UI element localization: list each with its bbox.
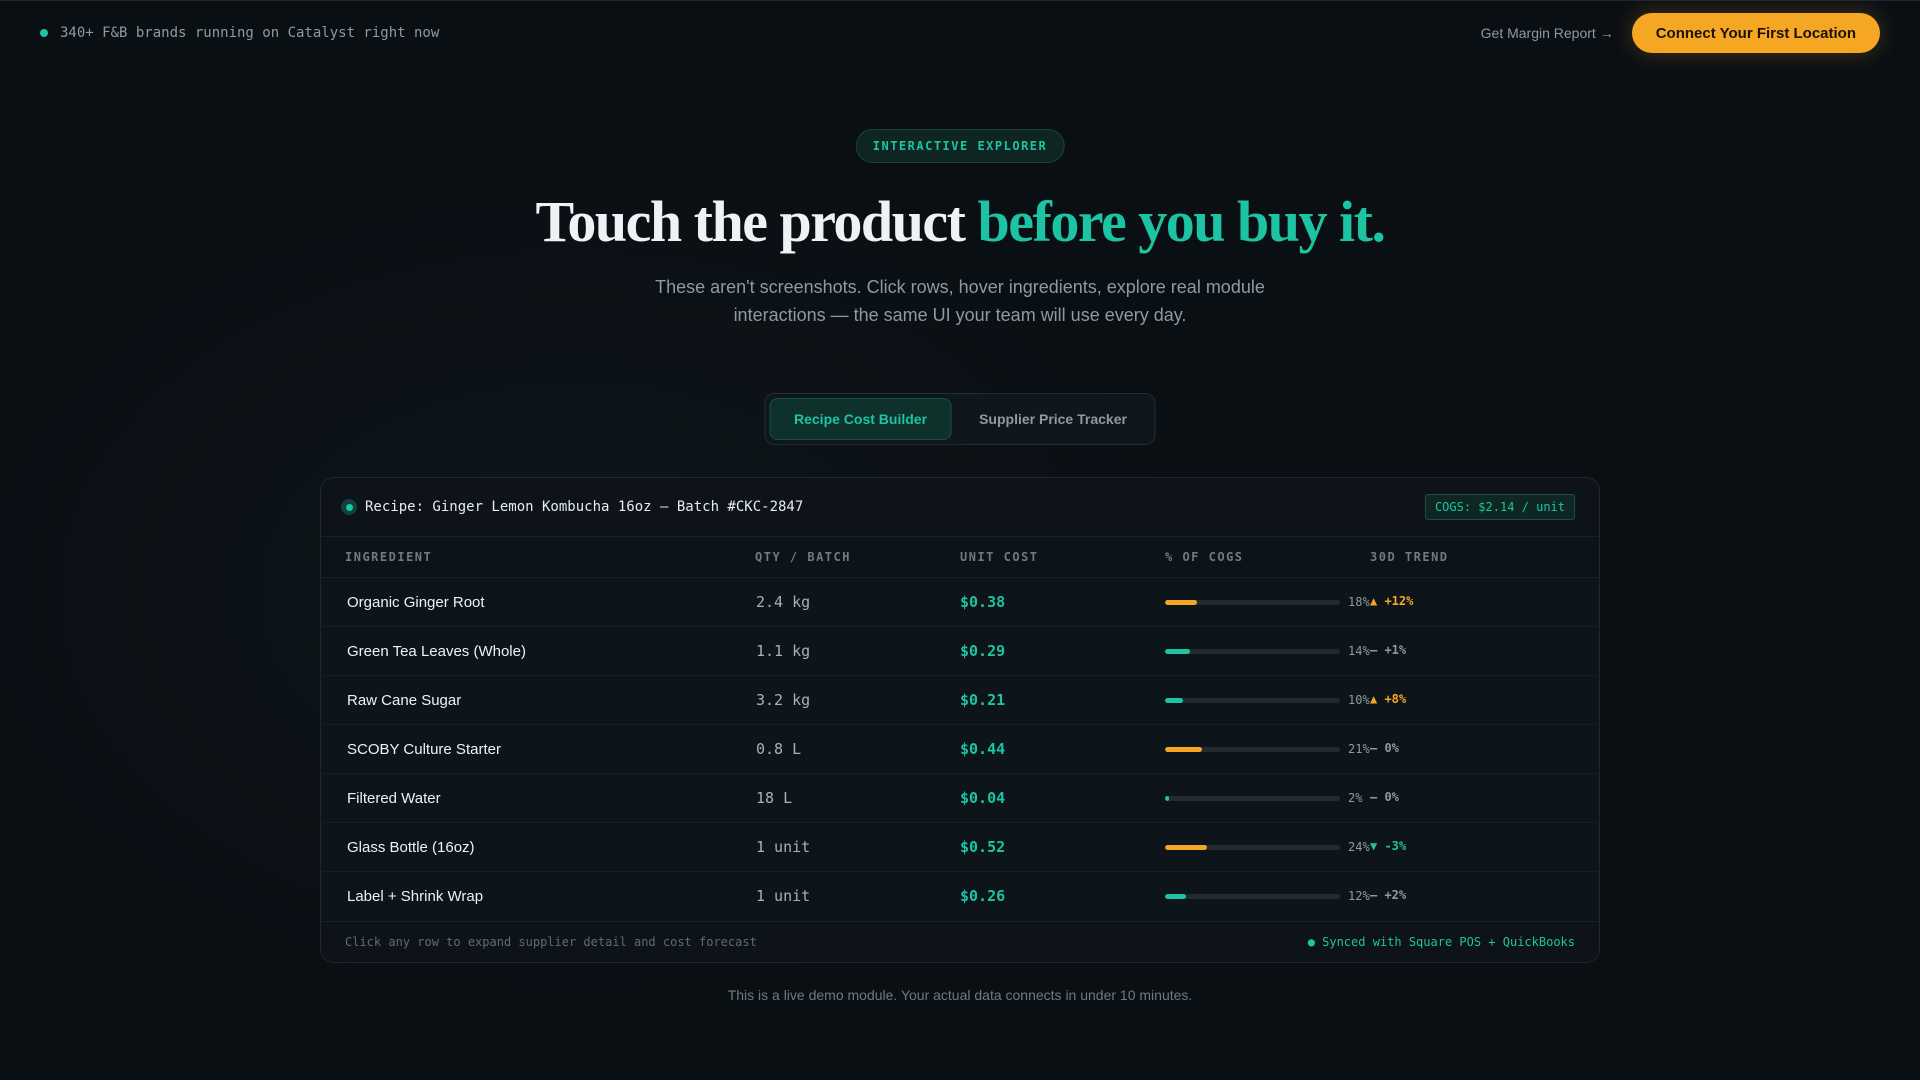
unit-cost: $0.21	[960, 691, 1006, 709]
table-row[interactable]: Raw Cane Sugar 3.2 kg $0.21 10% ▲ +8%	[321, 675, 1599, 724]
column-header-qty: QTY / BATCH	[755, 550, 851, 564]
top-bar: 340+ F&B brands running on Catalyst righ…	[40, 12, 1880, 54]
table-row[interactable]: Organic Ginger Root 2.4 kg $0.38 18% ▲ +12%	[321, 577, 1599, 626]
cogs-bar-track	[1165, 844, 1340, 850]
cogs-badge: COGS: $2.14 / unit	[1424, 494, 1575, 520]
unit-cost: $0.44	[960, 740, 1006, 758]
cogs-bar-track	[1165, 893, 1340, 899]
cogs-bar-track	[1165, 599, 1340, 605]
cogs-bar-fill	[1165, 599, 1197, 605]
cogs-bar-fill	[1165, 746, 1202, 752]
cogs-bar-fill	[1165, 697, 1183, 703]
cogs-share: 10%	[1165, 693, 1370, 707]
table-row[interactable]: SCOBY Culture Starter 0.8 L $0.44 21% — 0%	[321, 724, 1599, 773]
table-row[interactable]: Green Tea Leaves (Whole) 1.1 kg $0.29 14% — …	[321, 626, 1599, 675]
cogs-bar-fill	[1165, 893, 1186, 899]
ingredient-name: SCOBY Culture Starter	[347, 740, 501, 758]
cogs-percent: 2%	[1348, 791, 1363, 805]
ingredient-name: Label + Shrink Wrap	[347, 887, 484, 905]
ingredient-name: Organic Ginger Root	[347, 593, 485, 611]
cogs-share: 14%	[1165, 644, 1370, 658]
unit-cost: $0.52	[960, 838, 1006, 856]
cogs-share: 18%	[1165, 595, 1370, 609]
cogs-percent: 12%	[1348, 889, 1370, 903]
live-status-dot-icon	[40, 29, 48, 37]
panel-header: Recipe: Ginger Lemon Kombucha 16oz — Bat…	[321, 478, 1599, 537]
ingredient-name: Green Tea Leaves (Whole)	[347, 642, 526, 660]
footer-hint: Click any row to expand supplier detail …	[345, 935, 757, 949]
column-header-pct-cogs: % OF COGS	[1165, 550, 1244, 564]
ingredient-name: Glass Bottle (16oz)	[347, 838, 475, 856]
cogs-percent: 24%	[1348, 840, 1370, 854]
unit-cost: $0.04	[960, 789, 1006, 807]
cogs-bar-fill	[1165, 795, 1169, 801]
trend-indicator: — 0%	[1370, 789, 1399, 804]
batch-quantity: 3.2 kg	[756, 691, 811, 709]
trend-indicator: — +2%	[1370, 887, 1407, 902]
column-header-ingredient: INGREDIENT	[345, 550, 433, 564]
demo-footnote: This is a live demo module. Your actual …	[727, 987, 1193, 1003]
trend-indicator: — 0%	[1370, 740, 1399, 755]
cogs-bar-fill	[1165, 648, 1190, 654]
announcement-text: 340+ F&B brands running on Catalyst righ…	[60, 25, 440, 41]
hero-title-accent: before you buy it.	[977, 189, 1386, 254]
unit-cost: $0.26	[960, 887, 1006, 905]
cogs-bar-track	[1165, 697, 1340, 703]
ingredient-name: Raw Cane Sugar	[347, 691, 462, 709]
cogs-share: 24%	[1165, 840, 1370, 854]
recipe-title: Recipe: Ginger Lemon Kombucha 16oz — Bat…	[365, 499, 804, 515]
batch-quantity: 0.8 L	[756, 740, 802, 758]
table-row[interactable]: Glass Bottle (16oz) 1 unit $0.52 24% ▼ -3%	[321, 822, 1599, 871]
hero-title-main: Touch the product	[535, 189, 978, 254]
panel-footer: Click any row to expand supplier detail …	[321, 921, 1599, 962]
cogs-bar-track	[1165, 795, 1340, 801]
cogs-percent: 18%	[1348, 595, 1370, 609]
ingredient-name: Filtered Water	[347, 789, 441, 807]
module-tabs: Recipe Cost Builder Supplier Price Track…	[764, 393, 1156, 445]
batch-quantity: 1 unit	[756, 887, 811, 905]
cogs-percent: 10%	[1348, 693, 1370, 707]
unit-cost: $0.29	[960, 642, 1006, 660]
cogs-percent: 14%	[1348, 644, 1370, 658]
unit-cost: $0.38	[960, 593, 1006, 611]
announcement-bar: 340+ F&B brands running on Catalyst righ…	[40, 25, 439, 41]
tab-recipe-cost-builder[interactable]: Recipe Cost Builder	[769, 398, 952, 440]
batch-quantity: 18 L	[756, 789, 793, 807]
batch-quantity: 1.1 kg	[756, 642, 811, 660]
column-header-unit-cost: UNIT COST	[960, 550, 1039, 564]
trend-indicator: ▼ -3%	[1370, 838, 1407, 853]
table-header: INGREDIENT QTY / BATCH UNIT COST % OF CO…	[321, 537, 1599, 577]
hero-title: Touch the product before you buy it.	[0, 188, 1920, 255]
recipe-heading: Recipe: Ginger Lemon Kombucha 16oz — Bat…	[341, 499, 803, 515]
batch-quantity: 2.4 kg	[756, 593, 811, 611]
cogs-share: 12%	[1165, 889, 1370, 903]
table-body: Organic Ginger Root 2.4 kg $0.38 18% ▲ +12% G…	[321, 577, 1599, 920]
cogs-share: 2%	[1165, 791, 1370, 805]
trend-indicator: ▲ +12%	[1370, 593, 1414, 608]
table-row[interactable]: Filtered Water 18 L $0.04 2% — 0%	[321, 773, 1599, 822]
column-header-trend: 30D TREND	[1370, 550, 1449, 564]
sync-status: ● Synced with Square POS + QuickBooks	[1307, 935, 1575, 949]
cogs-bar-track	[1165, 746, 1340, 752]
recipe-cost-panel: Recipe: Ginger Lemon Kombucha 16oz — Bat…	[320, 477, 1600, 963]
nav-actions: Get Margin Report → Connect Your First L…	[1481, 13, 1880, 53]
cogs-percent: 21%	[1348, 742, 1370, 756]
trend-indicator: ▲ +8%	[1370, 691, 1407, 706]
tab-supplier-price-tracker[interactable]: Supplier Price Tracker	[956, 398, 1151, 440]
trend-indicator: — +1%	[1370, 642, 1407, 657]
table-row[interactable]: Label + Shrink Wrap 1 unit $0.26 12% — +2%	[321, 871, 1599, 920]
connect-location-button[interactable]: Connect Your First Location	[1631, 13, 1880, 53]
status-dot-icon	[341, 499, 357, 515]
cogs-bar-fill	[1165, 844, 1207, 850]
margin-report-link[interactable]: Get Margin Report →	[1481, 25, 1614, 41]
top-border	[0, 0, 1920, 1]
cogs-share: 21%	[1165, 742, 1370, 756]
hero-subtitle: These aren't screenshots. Click rows, ho…	[655, 277, 1265, 325]
section-pill: INTERACTIVE EXPLORER	[855, 129, 1065, 163]
cogs-bar-track	[1165, 648, 1340, 654]
batch-quantity: 1 unit	[756, 838, 811, 856]
